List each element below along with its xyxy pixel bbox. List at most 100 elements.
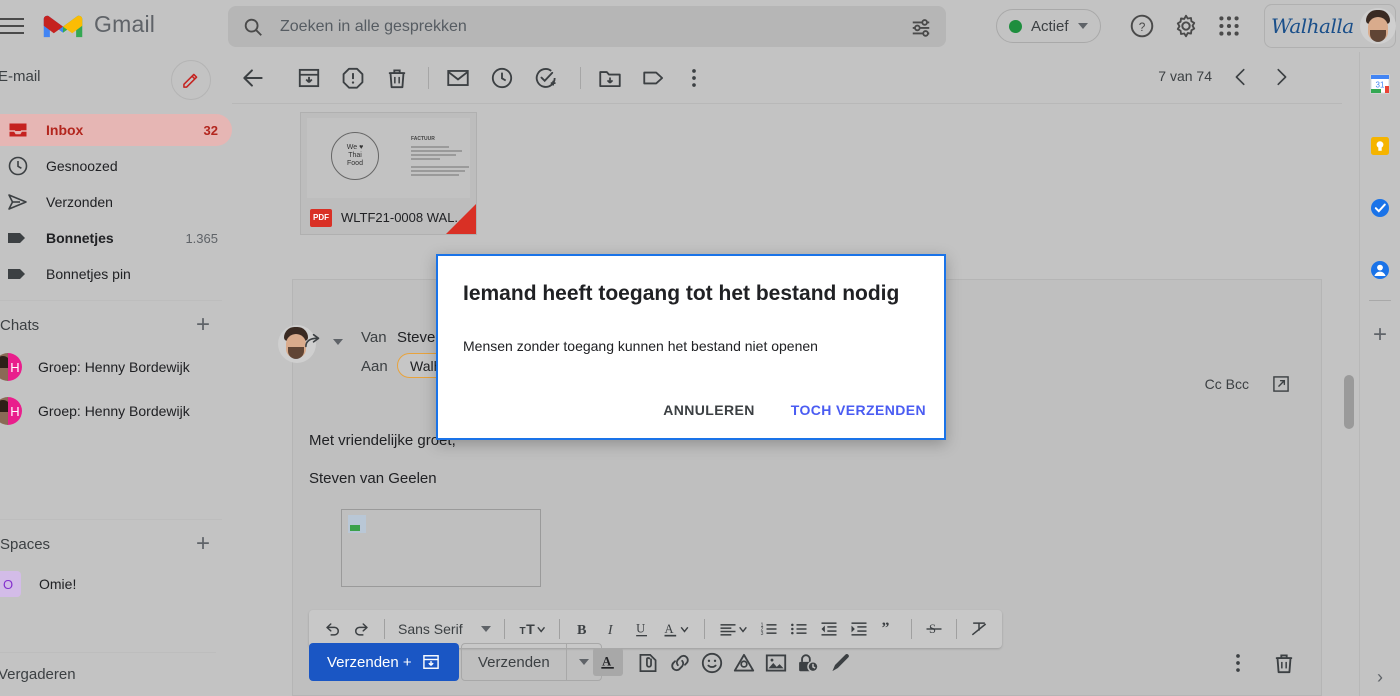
label-icon[interactable] [641, 65, 667, 91]
status-button[interactable]: Actief [996, 9, 1101, 43]
attach-file-icon[interactable] [635, 650, 661, 676]
account-button[interactable]: Walhalla [1264, 4, 1396, 48]
main-menu-icon[interactable] [0, 10, 40, 42]
confidential-mode-icon[interactable] [795, 650, 821, 676]
align-icon[interactable] [712, 614, 754, 644]
compose-button[interactable] [171, 60, 211, 100]
font-family-select[interactable]: Sans Serif [392, 621, 497, 637]
send-anyway-button[interactable]: TOCH VERZENDEN [791, 402, 926, 418]
dialog-body-text: Mensen zonder toegang kunnen het bestand… [463, 338, 818, 354]
scrollbar-thumb[interactable] [1344, 375, 1354, 429]
search-bar[interactable] [228, 6, 946, 47]
help-icon[interactable]: ? [1129, 13, 1155, 39]
remove-formatting-icon[interactable] [964, 614, 994, 644]
previous-page-icon[interactable] [1230, 66, 1252, 88]
sidebar-item-gesnoozed[interactable]: Gesnoozed [0, 150, 232, 182]
numbered-list-icon[interactable]: 1 2 3 [754, 614, 784, 644]
side-panel-contacts[interactable] [1368, 248, 1392, 292]
add-side-panel-app-icon[interactable]: + [1373, 321, 1387, 349]
side-panel-tasks[interactable] [1368, 186, 1392, 230]
side-panel-keep[interactable] [1368, 124, 1392, 168]
search-input[interactable] [280, 17, 910, 36]
from-label: Van [361, 329, 387, 346]
delete-icon[interactable] [384, 65, 410, 91]
insert-link-icon[interactable] [667, 650, 693, 676]
send-split-button[interactable]: Verzenden [461, 643, 602, 681]
formatting-options-icon[interactable]: A [593, 648, 623, 676]
next-page-icon[interactable] [1270, 66, 1292, 88]
search-options-icon[interactable] [910, 16, 932, 38]
more-options-icon[interactable] [1225, 650, 1251, 676]
forward-icon[interactable] [303, 332, 325, 350]
svg-text:3: 3 [760, 631, 763, 637]
avatar[interactable] [1359, 8, 1396, 44]
text-size-icon[interactable]: T T [512, 614, 552, 644]
gmail-wordmark: Gmail [94, 10, 156, 37]
attachment-corner-fold [446, 204, 476, 234]
discard-draft-icon[interactable] [1271, 650, 1297, 676]
add-chat-icon[interactable]: + [196, 313, 232, 337]
divider [703, 619, 705, 639]
gmail-logo[interactable]: Gmail [42, 8, 155, 40]
insert-emoji-icon[interactable] [699, 650, 725, 676]
send-and-archive-button[interactable]: Verzenden + [309, 643, 459, 681]
chevron-down-icon [578, 659, 589, 665]
mark-unread-icon[interactable] [445, 65, 471, 91]
status-label: Actief [1031, 17, 1069, 35]
move-to-icon[interactable] [597, 65, 623, 91]
logo-line: Food [347, 159, 363, 167]
divider [384, 619, 385, 639]
svg-text:T: T [526, 622, 535, 638]
bold-icon[interactable]: B [567, 614, 597, 644]
access-required-dialog: Iemand heeft toegang tot het bestand nod… [436, 254, 946, 440]
popout-icon[interactable] [1271, 374, 1291, 394]
back-icon[interactable] [240, 65, 266, 91]
svg-text:A: A [602, 654, 611, 668]
pencil-icon [183, 73, 198, 88]
archive-icon[interactable] [296, 65, 322, 91]
quote-icon[interactable]: ” [874, 614, 904, 644]
more-options-icon[interactable] [681, 65, 707, 91]
divider [580, 67, 581, 89]
chat-item-label: Groep: Henny Bordewijk [38, 359, 190, 375]
report-spam-icon[interactable] [340, 65, 366, 91]
space-item-label: Omie! [39, 576, 77, 592]
add-to-tasks-icon[interactable] [533, 65, 559, 91]
add-space-icon[interactable]: + [196, 532, 232, 556]
insert-photo-icon[interactable] [763, 650, 789, 676]
chat-list-item[interactable]: H Groep: Henny Bordewijk [0, 389, 232, 433]
side-panel-calendar[interactable]: 31 [1368, 62, 1392, 106]
outdent-icon[interactable] [814, 614, 844, 644]
svg-text:?: ? [1139, 20, 1146, 34]
insert-drive-icon[interactable] [731, 650, 757, 676]
collapse-side-panel-icon[interactable]: › [1377, 667, 1383, 688]
dialog-title: Iemand heeft toegang tot het bestand nod… [463, 282, 900, 305]
chat-list-item[interactable]: H Groep: Henny Bordewijk [0, 345, 232, 389]
attachment-card[interactable]: We ♥ Thai Food FACTUUR PDF WLTF21-0008 W… [300, 112, 477, 235]
mail-section-label: E-mail [0, 68, 41, 85]
strikethrough-icon[interactable]: S [919, 614, 949, 644]
underline-icon[interactable]: U [627, 614, 657, 644]
italic-icon[interactable]: I [597, 614, 627, 644]
undo-icon[interactable] [317, 614, 347, 644]
sidebar-item-bonnetjes-pin[interactable]: Bonnetjes pin [0, 258, 232, 290]
signature-icon[interactable] [827, 650, 853, 676]
sidebar-item-verzonden[interactable]: Verzonden [0, 186, 232, 218]
sidebar-item-inbox[interactable]: Inbox 32 [0, 114, 232, 146]
space-list-item[interactable]: O Omie! [0, 564, 232, 604]
sidebar-item-bonnetjes[interactable]: Bonnetjes 1.365 [0, 222, 232, 254]
gear-icon[interactable] [1173, 13, 1199, 39]
attachment-doc-preview: FACTUUR [411, 136, 475, 178]
text-color-icon[interactable]: A [657, 614, 697, 644]
redo-icon[interactable] [347, 614, 377, 644]
chevron-down-icon[interactable] [333, 339, 343, 345]
snooze-icon[interactable] [489, 65, 515, 91]
message-toolbar: 7 van 74 [232, 52, 1360, 104]
bulleted-list-icon[interactable] [784, 614, 814, 644]
google-apps-icon[interactable] [1216, 13, 1242, 39]
cc-bcc-button[interactable]: Cc Bcc [1205, 376, 1249, 392]
cancel-button[interactable]: ANNULEREN [663, 402, 755, 418]
pdf-badge: PDF [310, 208, 332, 227]
indent-icon[interactable] [844, 614, 874, 644]
send-button[interactable]: Verzenden [462, 644, 566, 680]
